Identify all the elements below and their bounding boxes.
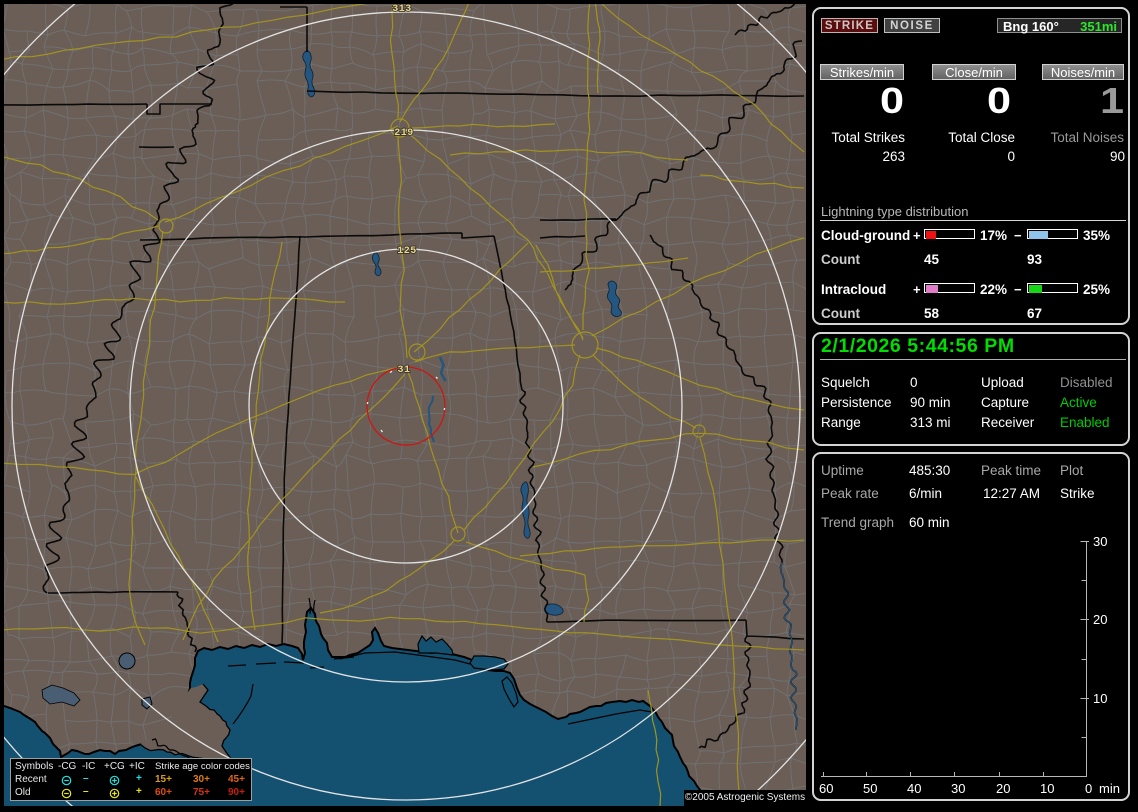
svg-text:20: 20 bbox=[1093, 612, 1107, 627]
svg-text:40: 40 bbox=[907, 781, 921, 796]
svg-text:313: 313 bbox=[392, 4, 412, 15]
svg-text:10: 10 bbox=[1040, 781, 1054, 796]
svg-text:125: 125 bbox=[397, 246, 417, 257]
svg-text:min: min bbox=[1099, 781, 1120, 796]
svg-text:31: 31 bbox=[397, 365, 410, 376]
svg-text:30: 30 bbox=[951, 781, 965, 796]
svg-text:60: 60 bbox=[819, 781, 833, 796]
svg-text:0: 0 bbox=[1085, 781, 1092, 796]
svg-text:10: 10 bbox=[1093, 691, 1107, 706]
svg-text:219: 219 bbox=[394, 128, 414, 139]
svg-text:20: 20 bbox=[996, 781, 1010, 796]
svg-text:30: 30 bbox=[1093, 534, 1107, 549]
svg-text:50: 50 bbox=[863, 781, 877, 796]
